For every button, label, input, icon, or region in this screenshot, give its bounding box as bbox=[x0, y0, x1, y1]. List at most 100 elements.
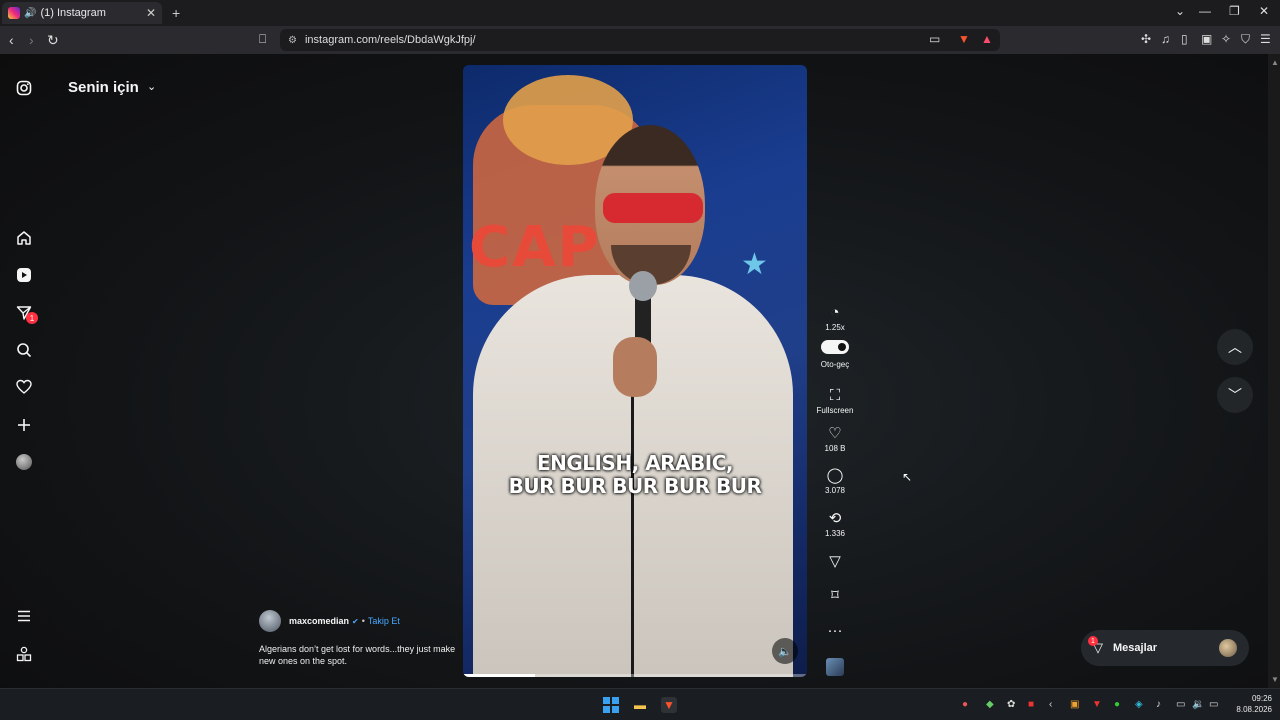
wallet-icon[interactable]: ▣ bbox=[1201, 32, 1212, 46]
comment-button[interactable]: ◯ 3.078 bbox=[814, 467, 856, 495]
message-contact-avatar bbox=[1219, 639, 1237, 657]
volume-button[interactable]: 🔈 bbox=[772, 638, 798, 664]
brave-shields-icon[interactable]: ▼ bbox=[958, 32, 970, 46]
reels-icon[interactable] bbox=[14, 265, 34, 285]
home-icon[interactable] bbox=[14, 228, 34, 248]
reel-video[interactable]: CAP C ★ ENGLISH, ARABIC, BUR BUR BUR BUR… bbox=[463, 65, 807, 677]
more-options-button[interactable]: ··· bbox=[814, 622, 856, 640]
chevron-down-icon[interactable]: ⌄ bbox=[147, 80, 156, 93]
tray-app-icon[interactable]: ● bbox=[1114, 699, 1120, 710]
playback-speed-button[interactable]: ◔ 1.25x bbox=[814, 304, 856, 332]
reload-button[interactable]: ↻ bbox=[47, 32, 59, 49]
comment-count: 3.078 bbox=[824, 486, 846, 495]
tray-app-icon[interactable]: ▼ bbox=[1092, 699, 1102, 710]
cast-icon[interactable]: ▭ bbox=[929, 32, 940, 46]
tray-app-icon[interactable]: ● bbox=[962, 699, 968, 710]
reel-owner-row: maxcomedian ✔ • Takip Et bbox=[259, 610, 400, 632]
instagram-favicon-icon bbox=[8, 7, 20, 19]
close-window-button[interactable]: ✕ bbox=[1259, 4, 1269, 18]
video-progress-fill bbox=[463, 674, 536, 677]
bookmark-icon[interactable]: ⎕ bbox=[259, 32, 266, 47]
windows-taskbar: ▬ ▼ ● ◆ ✿ ■ ‹ ▣ ▼ ● ◈ ♪ ▭ 🔉 ▭ 09:26 8.08… bbox=[0, 688, 1280, 720]
nvidia-icon[interactable]: ◆ bbox=[986, 699, 994, 710]
brave-browser-icon[interactable]: ▼ bbox=[661, 697, 677, 713]
media-icon[interactable]: ♫ bbox=[1161, 32, 1170, 46]
address-bar[interactable]: ⚙ instagram.com/reels/DbdaWgkJfpj/ bbox=[280, 29, 1000, 51]
red-sunglasses-graphic bbox=[603, 193, 703, 223]
scroll-down-icon[interactable]: ▼ bbox=[1271, 675, 1279, 684]
instagram-logo-icon[interactable] bbox=[14, 78, 34, 98]
speedometer-icon: ◔ bbox=[830, 304, 840, 321]
menu-icon[interactable]: ☰ bbox=[1260, 32, 1271, 46]
windows-logo-icon bbox=[603, 697, 619, 713]
forward-button[interactable]: › bbox=[29, 32, 34, 48]
system-clock[interactable]: 09:26 8.08.2026 bbox=[1226, 693, 1272, 715]
leo-ai-icon[interactable]: ✧ bbox=[1221, 32, 1231, 46]
autoplay-toggle[interactable]: Oto-geç bbox=[814, 340, 856, 369]
tab-list-chevron-icon[interactable]: ⌄ bbox=[1175, 4, 1185, 18]
share-button[interactable]: ▽ bbox=[814, 553, 856, 571]
more-menu-icon[interactable] bbox=[14, 606, 34, 626]
url-text: instagram.com/reels/DbdaWgkJfpj/ bbox=[304, 34, 476, 46]
original-audio-thumbnail[interactable] bbox=[826, 658, 844, 676]
mic-cable-graphic bbox=[631, 365, 634, 677]
feed-selector-title[interactable]: Senin için bbox=[68, 79, 139, 96]
network-icon[interactable]: ▭ bbox=[1176, 699, 1185, 710]
volume-icon[interactable]: 🔉 bbox=[1192, 699, 1204, 710]
notification-badge: 1 bbox=[26, 312, 38, 324]
extensions-icon[interactable]: ✣ bbox=[1141, 32, 1151, 46]
comment-bubble-icon: ◯ bbox=[826, 467, 844, 484]
repost-button[interactable]: ⟲ 1.336 bbox=[814, 510, 856, 538]
start-button[interactable] bbox=[603, 697, 619, 713]
minimize-button[interactable]: — bbox=[1199, 4, 1211, 18]
audio-playing-icon[interactable]: 🔊 bbox=[24, 8, 36, 19]
clock-date: 8.08.2026 bbox=[1236, 705, 1272, 714]
browser-tab[interactable]: 🔊 (1) Instagram ✕ bbox=[2, 2, 162, 24]
owner-avatar[interactable] bbox=[259, 610, 281, 632]
fullscreen-button[interactable]: ⛶ Fullscreen bbox=[814, 387, 856, 415]
microphone-icon[interactable]: ♪ bbox=[1156, 699, 1161, 710]
clock-time: 09:26 bbox=[1251, 694, 1272, 703]
messages-button[interactable]: ▽ 1 Mesajlar bbox=[1081, 630, 1249, 666]
battery-icon[interactable]: ▭ bbox=[1209, 699, 1218, 710]
site-info-icon[interactable]: ⚙ bbox=[288, 35, 297, 46]
video-subtitle: ENGLISH, ARABIC, BUR BUR BUR BUR BUR bbox=[463, 452, 807, 498]
tray-app-icon[interactable]: ‹ bbox=[1049, 699, 1052, 710]
notifications-heart-icon[interactable] bbox=[14, 377, 34, 397]
brave-rewards-icon[interactable]: ▲ bbox=[981, 32, 993, 46]
tray-app-icon[interactable]: ✿ bbox=[1007, 699, 1015, 710]
page-scrollbar[interactable]: ▲ ▼ bbox=[1268, 54, 1280, 688]
bookmark-save-icon: ⌑ bbox=[831, 587, 839, 604]
chevron-up-icon: ︿ bbox=[1228, 339, 1242, 355]
file-explorer-icon[interactable]: ▬ bbox=[632, 697, 648, 713]
save-button[interactable]: ⌑ bbox=[814, 587, 856, 605]
scroll-up-icon[interactable]: ▲ bbox=[1271, 58, 1279, 67]
restore-button[interactable]: ❐ bbox=[1229, 4, 1240, 18]
follow-button[interactable]: Takip Et bbox=[368, 616, 400, 626]
close-tab-icon[interactable]: ✕ bbox=[146, 6, 156, 20]
verified-badge-icon: ✔ bbox=[352, 616, 359, 626]
vpn-icon[interactable]: ⛉ bbox=[1241, 32, 1250, 47]
tray-app-icon[interactable]: ■ bbox=[1028, 699, 1034, 710]
owner-username[interactable]: maxcomedian bbox=[289, 616, 349, 626]
tray-app-icon[interactable]: ▣ bbox=[1070, 699, 1079, 710]
search-icon[interactable] bbox=[14, 340, 34, 360]
video-progress-bar[interactable] bbox=[463, 674, 807, 677]
ellipsis-icon: ··· bbox=[827, 622, 843, 639]
sidebar-toggle-icon[interactable]: ▯ bbox=[1181, 32, 1188, 46]
repost-count: 1.336 bbox=[824, 529, 846, 538]
profile-avatar[interactable] bbox=[16, 454, 32, 470]
like-button[interactable]: ♡ 108 B bbox=[814, 425, 856, 453]
new-tab-button[interactable]: + bbox=[172, 5, 180, 21]
paper-plane-icon: ▽ bbox=[829, 553, 841, 570]
previous-reel-button[interactable]: ︿ bbox=[1217, 329, 1253, 365]
also-from-meta-icon[interactable] bbox=[14, 644, 34, 664]
next-reel-button[interactable]: ﹀ bbox=[1217, 377, 1253, 413]
messages-badge: 1 bbox=[1088, 636, 1098, 646]
create-plus-icon[interactable] bbox=[14, 415, 34, 435]
shield-icon[interactable]: ◈ bbox=[1135, 699, 1143, 710]
toggle-switch-icon bbox=[814, 340, 856, 359]
back-button[interactable]: ‹ bbox=[9, 32, 14, 48]
reels-page: 1 Senin için ⌄ CAP C ★ ENGLISH, ARABIC, … bbox=[0, 54, 1268, 688]
hand-graphic bbox=[613, 337, 657, 397]
